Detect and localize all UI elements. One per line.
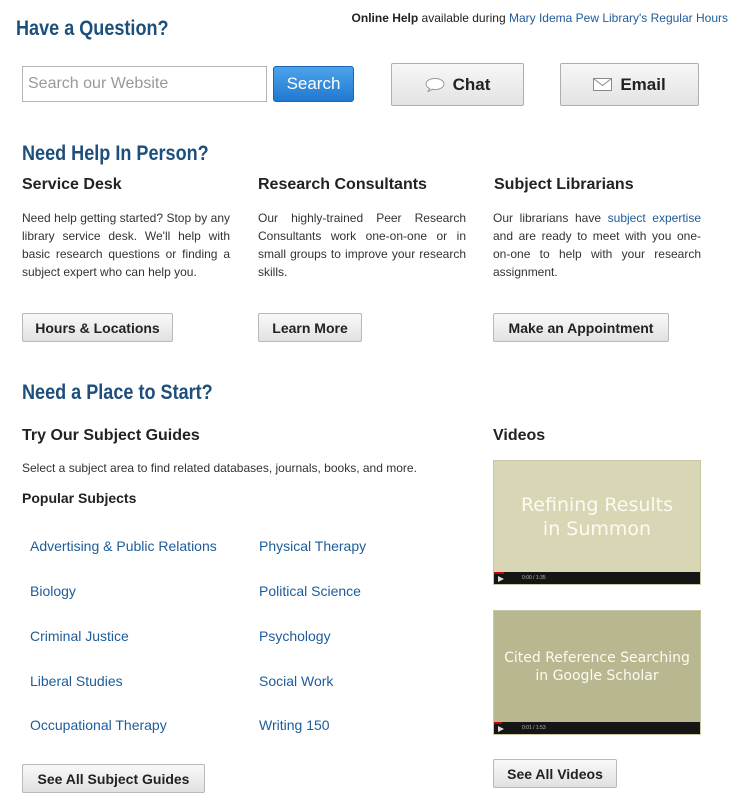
see-all-videos-button[interactable]: See All Videos bbox=[493, 759, 617, 788]
learn-more-button[interactable]: Learn More bbox=[258, 313, 362, 342]
subject-link[interactable]: Advertising & Public Relations bbox=[30, 538, 217, 554]
envelope-icon bbox=[593, 78, 613, 91]
video-progress[interactable] bbox=[494, 572, 505, 574]
place-to-start-heading: Need a Place to Start? bbox=[22, 381, 213, 404]
in-person-heading: Need Help In Person? bbox=[22, 142, 209, 165]
search-button[interactable]: Search bbox=[273, 66, 354, 102]
video-title-line2: in Summon bbox=[542, 518, 652, 540]
chat-label: Chat bbox=[452, 74, 491, 94]
video-title-line2: in Google Scholar bbox=[535, 668, 659, 684]
email-label: Email bbox=[620, 74, 666, 94]
video-title-line1: Refining Results bbox=[520, 494, 674, 516]
subject-link[interactable]: Occupational Therapy bbox=[30, 717, 167, 733]
librarians-text-end: and are ready to meet with you one-on-on… bbox=[493, 229, 701, 279]
video-time: 0:01 / 1:53 bbox=[522, 725, 546, 731]
video-control-bar[interactable]: 0:01 / 1:53 bbox=[494, 722, 700, 734]
subject-librarians-heading: Subject Librarians bbox=[494, 176, 634, 193]
subject-link[interactable]: Political Science bbox=[259, 583, 361, 599]
research-consultants-heading: Research Consultants bbox=[258, 176, 427, 193]
subject-guides-heading: Try Our Subject Guides bbox=[22, 427, 200, 444]
make-appointment-button[interactable]: Make an Appointment bbox=[493, 313, 669, 342]
service-desk-text: Need help getting started? Stop by any l… bbox=[22, 211, 230, 279]
subject-expertise-link[interactable]: subject expertise bbox=[608, 211, 701, 225]
online-help-text: available during bbox=[418, 11, 509, 25]
subject-link[interactable]: Social Work bbox=[259, 673, 333, 689]
subject-guides-intro: Select a subject area to find related da… bbox=[22, 461, 417, 475]
video-progress[interactable] bbox=[494, 722, 503, 724]
search-placeholder: Search our Website bbox=[28, 75, 169, 92]
video-time: 0:00 / 1:35 bbox=[522, 575, 546, 581]
video-control-bar[interactable]: 0:00 / 1:35 bbox=[494, 572, 700, 584]
page-title: Have a Question? bbox=[16, 17, 169, 40]
subject-link[interactable]: Writing 150 bbox=[259, 717, 330, 733]
librarians-text-start: Our librarians have bbox=[493, 211, 608, 225]
regular-hours-link[interactable]: Mary Idema Pew Library's Regular Hours bbox=[509, 11, 728, 25]
search-input[interactable]: Search our Website bbox=[22, 66, 267, 102]
subject-link[interactable]: Biology bbox=[30, 583, 76, 599]
play-icon[interactable] bbox=[498, 726, 504, 732]
subject-link[interactable]: Liberal Studies bbox=[30, 673, 123, 689]
play-icon[interactable] bbox=[498, 576, 504, 582]
popular-subjects-label: Popular Subjects bbox=[22, 490, 137, 506]
video-player-google-scholar[interactable]: Cited Reference Searching in Google Scho… bbox=[493, 610, 701, 735]
online-help-notice: Online Help available during Mary Idema … bbox=[352, 11, 728, 25]
see-all-subject-guides-button[interactable]: See All Subject Guides bbox=[22, 764, 205, 793]
video-player-summon[interactable]: Refining Results in Summon 0:00 / 1:35 bbox=[493, 460, 701, 585]
hours-locations-button[interactable]: Hours & Locations bbox=[22, 313, 173, 342]
service-desk-heading: Service Desk bbox=[22, 176, 122, 193]
subject-link[interactable]: Psychology bbox=[259, 628, 331, 644]
subject-librarians-text: Our librarians have subject expertise an… bbox=[493, 209, 701, 281]
chat-button[interactable]: Chat bbox=[391, 63, 524, 106]
videos-heading: Videos bbox=[493, 427, 546, 444]
subject-link[interactable]: Criminal Justice bbox=[30, 628, 129, 644]
email-button[interactable]: Email bbox=[560, 63, 699, 106]
research-consultants-text: Our highly-trained Peer Research Consult… bbox=[258, 211, 466, 279]
online-help-label: Online Help bbox=[351, 11, 419, 25]
subject-link[interactable]: Physical Therapy bbox=[259, 538, 366, 554]
chat-bubble-icon bbox=[425, 77, 445, 92]
video-title-line1: Cited Reference Searching bbox=[504, 650, 690, 666]
